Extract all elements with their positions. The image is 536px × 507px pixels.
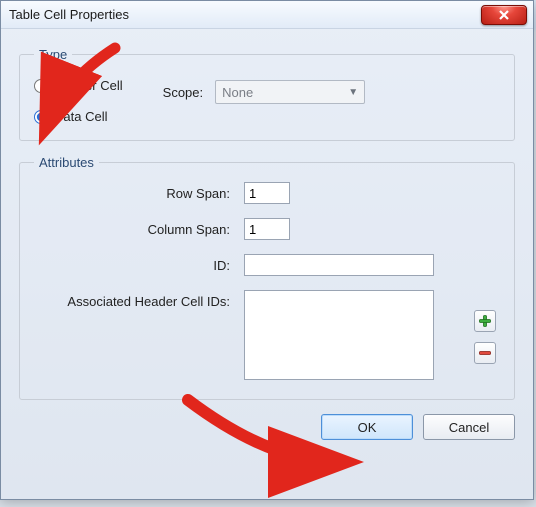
type-legend: Type xyxy=(34,47,72,62)
header-cell-radio[interactable]: Header Cell xyxy=(34,78,123,93)
header-cell-radio-label: Header Cell xyxy=(54,78,123,93)
column-span-input[interactable] xyxy=(244,218,290,240)
type-group: Type Header Cell Data Cell Scope: None xyxy=(19,47,515,141)
data-cell-radio[interactable]: Data Cell xyxy=(34,109,123,124)
data-cell-radio-input[interactable] xyxy=(34,110,48,124)
close-button[interactable] xyxy=(481,5,527,25)
attributes-legend: Attributes xyxy=(34,155,99,170)
dialog-window: Table Cell Properties Type Header Cell D… xyxy=(0,0,534,500)
window-title: Table Cell Properties xyxy=(9,7,129,22)
column-span-label: Column Span: xyxy=(34,222,244,237)
minus-icon xyxy=(478,346,492,360)
id-label: ID: xyxy=(34,258,244,273)
id-input[interactable] xyxy=(244,254,434,276)
attributes-group: Attributes Row Span: Column Span: ID: As… xyxy=(19,155,515,400)
add-header-id-button[interactable] xyxy=(474,310,496,332)
scope-label: Scope: xyxy=(163,85,203,100)
row-span-label: Row Span: xyxy=(34,186,244,201)
assoc-header-label: Associated Header Cell IDs: xyxy=(34,290,244,309)
header-cell-radio-input[interactable] xyxy=(34,79,48,93)
cancel-button[interactable]: Cancel xyxy=(423,414,515,440)
data-cell-radio-label: Data Cell xyxy=(54,109,107,124)
titlebar: Table Cell Properties xyxy=(1,1,533,29)
scope-dropdown[interactable]: None ▼ xyxy=(215,80,365,104)
row-span-input[interactable] xyxy=(244,182,290,204)
close-icon xyxy=(498,9,510,21)
assoc-header-textarea[interactable] xyxy=(244,290,434,380)
ok-button[interactable]: OK xyxy=(321,414,413,440)
remove-header-id-button[interactable] xyxy=(474,342,496,364)
plus-icon xyxy=(478,314,492,328)
chevron-down-icon: ▼ xyxy=(348,87,358,98)
dialog-footer: OK Cancel xyxy=(19,414,515,440)
dialog-content: Type Header Cell Data Cell Scope: None xyxy=(1,29,533,454)
scope-dropdown-value: None xyxy=(222,85,253,100)
